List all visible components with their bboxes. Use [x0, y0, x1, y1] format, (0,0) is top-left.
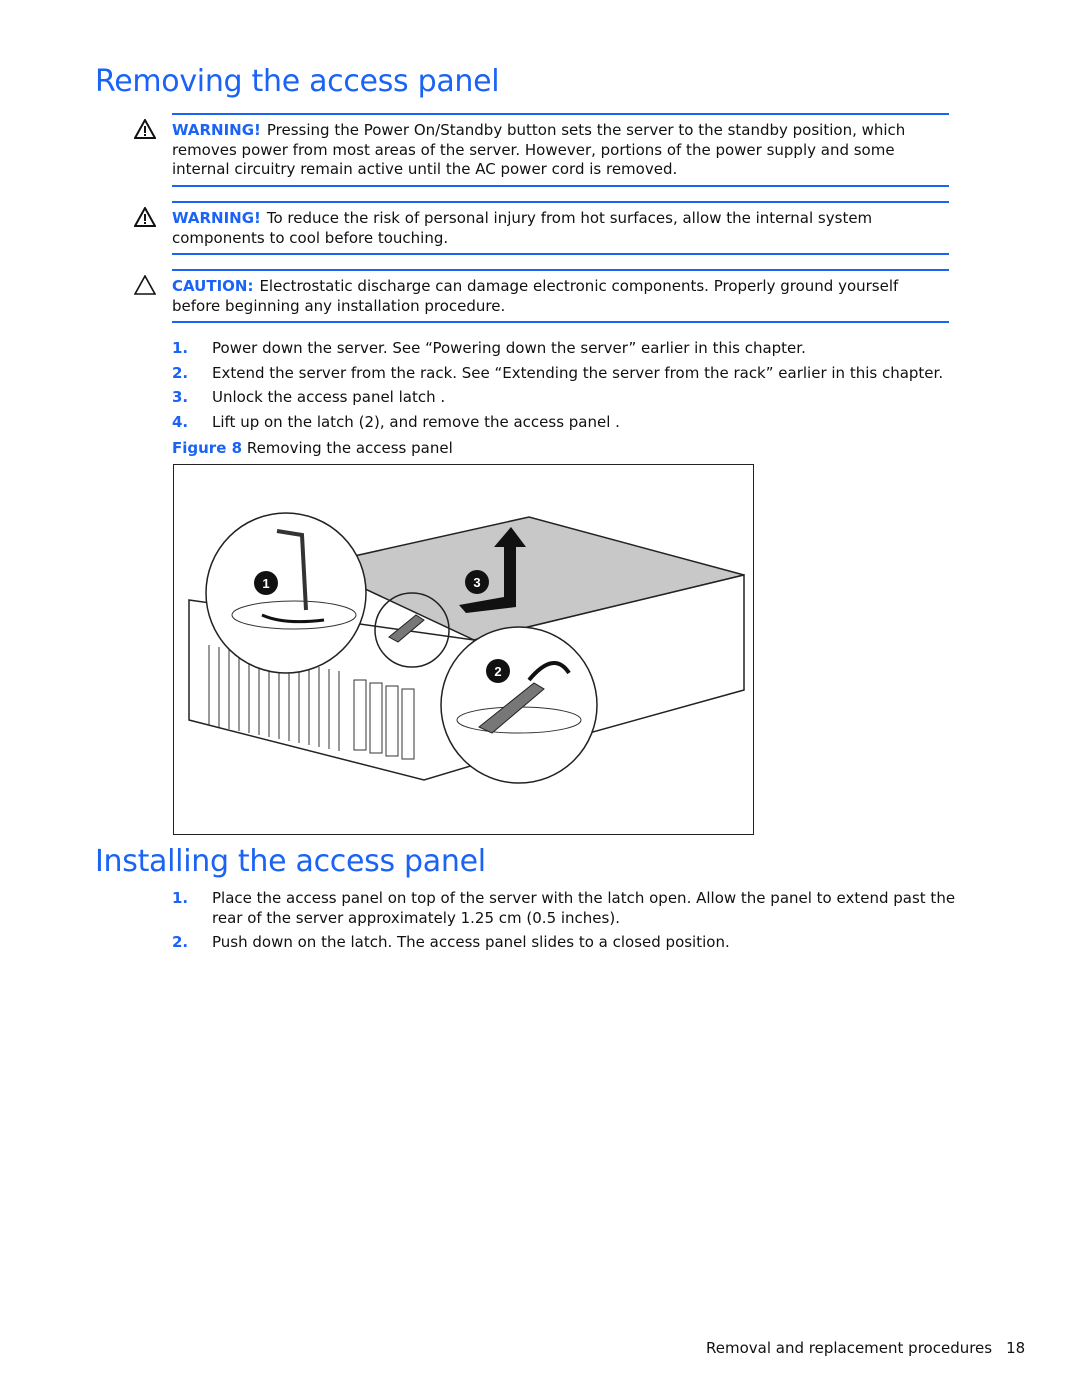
- page-footer: Removal and replacement procedures 18: [706, 1339, 1025, 1357]
- install-steps: 1. Place the access panel on top of the s…: [172, 889, 972, 958]
- page-title: Removing the access panel: [95, 64, 500, 99]
- step-item: 1. Power down the server. See “Powering d…: [172, 339, 972, 359]
- notice-label: WARNING!: [172, 121, 261, 139]
- figure-server-illustration: 1 2 3: [173, 464, 754, 835]
- warning-triangle-icon: [134, 207, 156, 227]
- notice-text: To reduce the risk of personal injury fr…: [172, 209, 873, 247]
- step-text: Lift up on the latch (2), and remove the…: [212, 412, 620, 431]
- removal-steps: 1. Power down the server. See “Powering d…: [172, 339, 972, 437]
- step-item: 4. Lift up on the latch (2), and remove t…: [172, 413, 972, 433]
- step-text: Place the access panel on top of the ser…: [212, 889, 956, 927]
- figure-caption-text: Removing the access panel: [246, 439, 453, 457]
- notice-text: Electrostatic discharge can damage elect…: [172, 277, 899, 315]
- svg-text:3: 3: [473, 575, 480, 590]
- warning-notice: WARNING! Pressing the Power On/Standby bu…: [134, 113, 949, 187]
- footer-text: Removal and replacement procedures: [706, 1339, 993, 1357]
- section-title: Installing the access panel: [95, 844, 486, 879]
- step-text: Push down on the latch. The access panel…: [212, 933, 730, 951]
- notice-text: Pressing the Power On/Standby button set…: [172, 121, 906, 178]
- notice-label: WARNING!: [172, 209, 261, 227]
- step-number: 2.: [172, 363, 189, 382]
- callout-1: 1: [254, 571, 278, 595]
- server-illustration: 1 2 3: [188, 512, 745, 784]
- caution-triangle-icon: [134, 275, 156, 295]
- step-number: 1.: [172, 889, 189, 907]
- warning-notice: WARNING! To reduce the risk of personal i…: [134, 201, 949, 255]
- callout-2: 2: [486, 659, 510, 683]
- step-number: 1.: [172, 339, 189, 357]
- detail-unlock: [205, 512, 367, 674]
- step-item: 1. Place the access panel on top of the s…: [172, 889, 972, 928]
- svg-text:1: 1: [262, 576, 269, 591]
- figure-label: Figure 8: [172, 439, 243, 457]
- step-item: 3. Unlock the access panel latch .: [172, 388, 972, 408]
- step-item: 2. Extend the server from the rack. See “…: [172, 364, 972, 384]
- step-number: 4.: [172, 412, 189, 431]
- warning-triangle-icon: [134, 119, 156, 139]
- svg-text:2: 2: [494, 664, 501, 679]
- step-item: 2. Push down on the latch. The access pan…: [172, 933, 972, 953]
- page-number: 18: [1006, 1339, 1026, 1357]
- notice-label: CAUTION:: [172, 277, 254, 295]
- step-text: Extend the server from the rack. See “Ex…: [212, 363, 944, 382]
- step-text: Unlock the access panel latch .: [212, 388, 446, 406]
- step-number: 3.: [172, 388, 189, 406]
- caution-notice: CAUTION: Electrostatic discharge can dama…: [134, 269, 949, 323]
- callout-3: 3: [465, 570, 489, 594]
- figure-caption: Figure 8 Removing the access panel: [172, 439, 453, 457]
- step-text: Power down the server. See “Powering dow…: [212, 339, 806, 357]
- step-number: 2.: [172, 933, 189, 951]
